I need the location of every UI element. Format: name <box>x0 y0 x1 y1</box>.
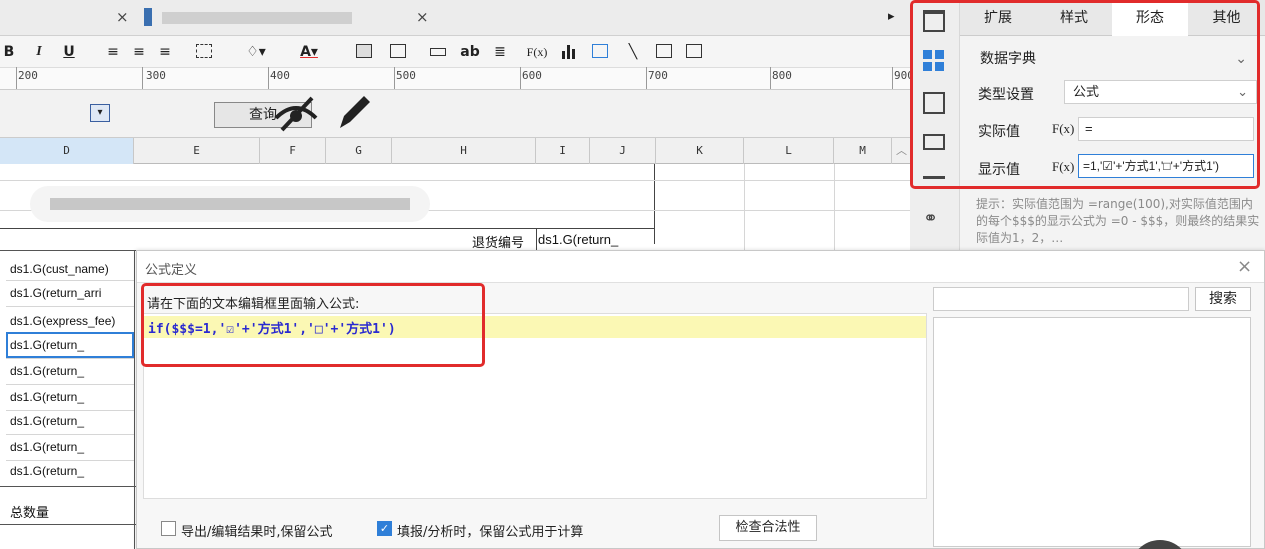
ruler-mark: 800 <box>772 69 792 82</box>
function-search-input[interactable] <box>933 287 1189 311</box>
column-header-g[interactable]: G <box>326 138 392 164</box>
close-icon[interactable]: × <box>1237 256 1252 277</box>
parameter-pane: ▾ 查询 <box>0 90 910 138</box>
grid-cell-express-fee[interactable]: ds1.G(express_fee) <box>10 314 134 328</box>
ruler-mark: 500 <box>396 69 416 82</box>
grid-cell-return-2[interactable]: ds1.G(return_ <box>10 364 100 378</box>
image-icon[interactable] <box>592 44 608 58</box>
merge-cells-icon[interactable] <box>356 44 372 58</box>
column-header-i[interactable]: I <box>536 138 590 164</box>
ruler-mark: 300 <box>146 69 166 82</box>
ruler-mark: 600 <box>522 69 542 82</box>
widget-icon[interactable] <box>686 44 702 58</box>
document-tab-bar: × × ▸ <box>0 0 910 36</box>
tab-close-icon[interactable]: × <box>116 8 129 26</box>
column-header-m[interactable]: M <box>834 138 892 164</box>
slash-icon[interactable]: ╲ <box>624 42 642 62</box>
column-header-l[interactable]: L <box>744 138 834 164</box>
pointer-icon[interactable]: ▸ <box>888 9 895 24</box>
align-center-icon[interactable]: ≡ <box>130 42 148 62</box>
border-icon[interactable] <box>196 44 212 58</box>
align-right-icon[interactable]: ≡ <box>156 42 174 62</box>
ruler-mark: 400 <box>270 69 290 82</box>
underline-button[interactable]: U <box>62 42 76 62</box>
format-toolbar: B I U ≡ ≡ ≡ ♢▾ A▾ ab ≣ F(x) ╲ <box>0 36 910 68</box>
column-header-j[interactable]: J <box>590 138 656 164</box>
dialog-title: 公式定义 <box>145 263 198 278</box>
richtext-icon[interactable]: ≣ <box>490 42 510 62</box>
hint-text: 提示：实际值范围为 =range(100),对实际值范围内的每个$$$的显示公式… <box>976 197 1260 245</box>
grid-cell-return-6[interactable]: ds1.G(return_ <box>10 464 100 478</box>
keep-formula-export-label: 导出/编辑结果时,保留公式 <box>181 525 333 540</box>
formula-button[interactable]: F(x) <box>524 42 550 62</box>
blurred-title-area <box>30 186 430 222</box>
horizontal-ruler: 200 300 400 500 600 700 800 900 <box>0 67 914 90</box>
column-header-h[interactable]: H <box>392 138 536 164</box>
italic-button[interactable]: I <box>32 42 46 62</box>
tab-close-icon-2[interactable]: × <box>416 8 429 26</box>
combo-widget-icon[interactable]: ▾ <box>90 104 110 122</box>
highlight-box-formula <box>141 283 485 367</box>
fill-color-icon[interactable]: ♢▾ <box>244 42 268 62</box>
search-button[interactable]: 搜索 <box>1195 287 1251 311</box>
grid-cell-return-4[interactable]: ds1.G(return_ <box>10 414 100 428</box>
blurred-tab-title <box>162 12 352 24</box>
keep-formula-fill-label: 填报/分析时，保留公式用于计算 <box>397 525 584 540</box>
insert-textbox-icon[interactable] <box>430 48 446 56</box>
split-cells-icon[interactable] <box>390 44 406 58</box>
return-no-label: 退货编号 <box>472 235 525 250</box>
function-list[interactable] <box>933 317 1251 547</box>
link-icon[interactable]: ⚭ <box>923 208 945 230</box>
file-icon <box>144 8 152 26</box>
return-no-cell[interactable]: ds1.G(return_ <box>538 232 654 247</box>
dialog-title-bar: 公式定义 × <box>137 251 1264 283</box>
column-header-bar: D E F G H I J K L M ︿ <box>0 138 910 164</box>
column-header-d[interactable]: D <box>0 138 134 164</box>
scroll-up-icon[interactable]: ︿ <box>896 142 907 158</box>
ruler-mark: 200 <box>18 69 38 82</box>
formula-definition-dialog: 公式定义 × 请在下面的文本编辑框里面输入公式: if($$$=1,'☑'+'方… <box>136 250 1265 549</box>
edit-pencil-icon[interactable] <box>334 90 374 134</box>
font-color-icon[interactable]: A▾ <box>296 42 322 62</box>
keep-formula-export-checkbox[interactable] <box>161 521 176 536</box>
align-left-icon[interactable]: ≡ <box>104 42 122 62</box>
column-header-k[interactable]: K <box>656 138 744 164</box>
subreport-icon[interactable] <box>656 44 672 58</box>
column-header-e[interactable]: E <box>134 138 260 164</box>
validate-button[interactable]: 检查合法性 <box>719 515 817 541</box>
grid-cell-return-3[interactable]: ds1.G(return_ <box>10 390 100 404</box>
column-header-f[interactable]: F <box>260 138 326 164</box>
bold-button[interactable]: B <box>2 42 16 62</box>
grid-cell-return-arrive[interactable]: ds1.G(return_arri <box>10 286 120 300</box>
chart-icon[interactable] <box>562 45 578 59</box>
keep-formula-fill-checkbox[interactable]: ✓ <box>377 521 392 536</box>
highlight-box-properties <box>910 0 1260 189</box>
grid-cell-cust-name[interactable]: ds1.G(cust_name) <box>10 262 134 276</box>
ruler-mark: 700 <box>648 69 668 82</box>
grid-cell-return-5[interactable]: ds1.G(return_ <box>10 440 100 454</box>
text-ab-icon[interactable]: ab <box>460 42 480 62</box>
total-quantity-label[interactable]: 总数量 <box>10 502 49 521</box>
grid-cell-return-1[interactable]: ds1.G(return_ <box>10 338 100 352</box>
